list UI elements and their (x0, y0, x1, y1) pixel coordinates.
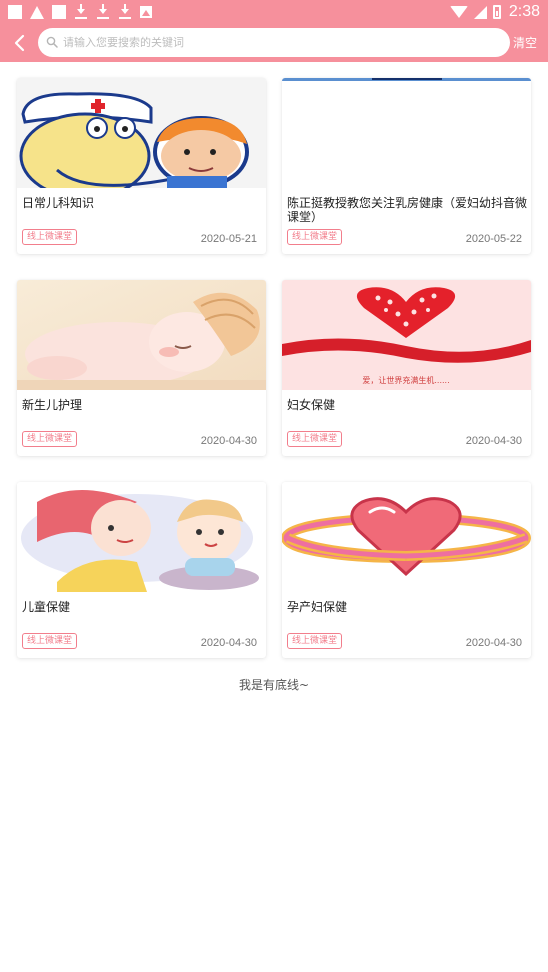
search-header: 清空 (0, 24, 548, 62)
notification-square-icon (52, 5, 66, 19)
download-icon (96, 4, 110, 20)
status-time: 2:38 (508, 3, 540, 20)
card-image-maternal-health (282, 482, 531, 592)
card-tag: 线上微课堂 (22, 229, 78, 245)
card-title: 妇女保健 (287, 398, 336, 412)
clear-button[interactable]: 清空 (513, 34, 537, 51)
battery-icon (492, 5, 501, 19)
card-date: 2020-05-21 (200, 233, 257, 245)
course-card[interactable]: 爱，让世界充满生机...... 妇女保健 线上微课堂 2020-04-30 (282, 280, 531, 456)
card-image-women-health: 爱，让世界充满生机...... (282, 280, 531, 390)
card-tag: 线上微课堂 (287, 431, 343, 447)
card-tag: 线上微课堂 (22, 633, 78, 649)
download-icon (118, 4, 132, 20)
card-title: 日常儿科知识 (22, 196, 95, 210)
card-image-pediatrics (17, 78, 266, 188)
card-title: 孕产妇保健 (287, 600, 348, 614)
card-date: 2020-04-30 (200, 435, 257, 447)
warning-triangle-icon (30, 5, 44, 19)
status-notifications (8, 4, 152, 20)
card-date: 2020-04-30 (465, 637, 522, 649)
card-image-child-health (17, 482, 266, 592)
card-tag: 线上微课堂 (287, 633, 343, 649)
wifi-icon (449, 6, 468, 18)
notification-square-icon (8, 5, 22, 19)
card-title: 新生儿护理 (22, 398, 83, 412)
search-box[interactable] (38, 28, 510, 57)
card-date: 2020-05-22 (465, 233, 522, 245)
card-image-newborn (17, 280, 266, 390)
card-date: 2020-04-30 (465, 435, 522, 447)
image-caption: 爱，让世界充满生机...... (362, 375, 449, 385)
signal-icon (473, 5, 487, 19)
course-card[interactable]: 儿童保健 线上微课堂 2020-04-30 (17, 482, 266, 658)
course-card[interactable]: 日常儿科知识 线上微课堂 2020-05-21 (17, 78, 266, 254)
back-button[interactable] (8, 30, 32, 56)
course-card[interactable]: 陈正挺教授教您关注乳房健康（爱妇幼抖音微课堂） 线上微课堂 2020-05-22 (282, 78, 531, 254)
image-icon (140, 6, 152, 18)
card-date: 2020-04-30 (200, 637, 257, 649)
status-system: 2:38 (449, 3, 540, 21)
end-of-list-note: 我是有底线~ (238, 678, 310, 692)
card-title: 儿童保健 (22, 600, 71, 614)
card-image-breast-health (282, 78, 531, 188)
course-card[interactable]: 孕产妇保健 线上微课堂 2020-04-30 (282, 482, 531, 658)
card-title: 陈正挺教授教您关注乳房健康（爱妇幼抖音微课堂） (287, 196, 528, 224)
card-tag: 线上微课堂 (287, 229, 343, 245)
search-icon (46, 36, 58, 48)
status-bar: 2:38 (0, 0, 548, 24)
chevron-left-icon (14, 34, 25, 52)
card-tag: 线上微课堂 (22, 431, 78, 447)
download-icon (74, 4, 88, 20)
search-input[interactable] (63, 28, 503, 57)
course-card[interactable]: 新生儿护理 线上微课堂 2020-04-30 (17, 280, 266, 456)
